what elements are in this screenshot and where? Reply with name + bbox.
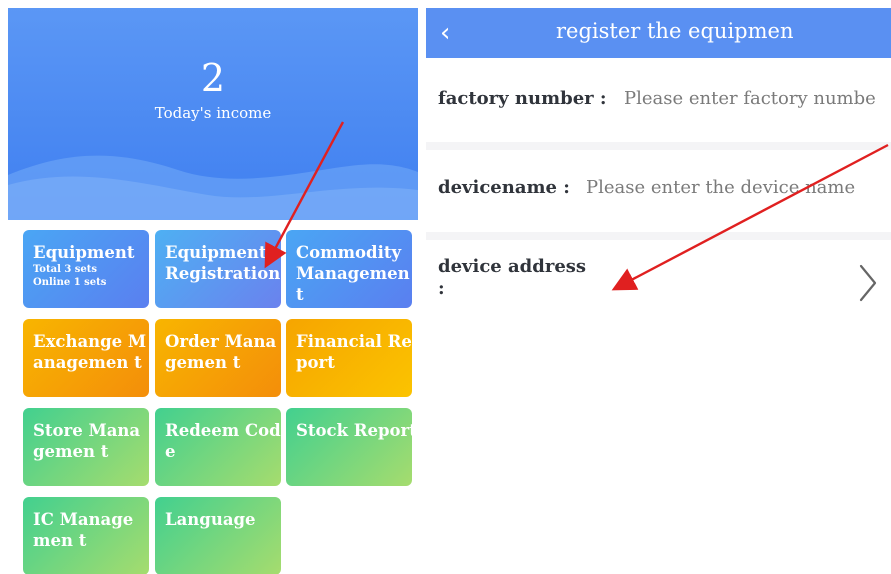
wave-decoration [8, 155, 418, 220]
register-equipment-screen: ‹ register the equipmen factory number :… [426, 8, 891, 574]
chevron-right-icon[interactable] [858, 263, 878, 303]
device-address-label: device address [438, 256, 587, 277]
divider [426, 232, 891, 240]
device-address-colon: : [438, 278, 445, 299]
income-value: 2 [200, 56, 226, 100]
tile-exchange-management-label: Exchange Managemen t [33, 332, 147, 372]
tile-equipment-label: Equipment [33, 243, 135, 262]
tile-language[interactable]: Language [155, 497, 281, 574]
income-header: 2 Today's income [8, 8, 418, 220]
tile-store-management[interactable]: Store Managemen t [23, 408, 149, 486]
title-bar: ‹ register the equipmen [426, 8, 891, 58]
tile-financial-report[interactable]: Financial Report [286, 319, 412, 397]
devicename-label: devicename : [438, 177, 570, 198]
factory-number-row: factory number : [426, 58, 891, 142]
tile-order-management[interactable]: Order Managemen t [155, 319, 281, 397]
tile-equipment-registration[interactable]: Equipment Registration [155, 230, 281, 308]
page-title: register the equipmen [556, 19, 794, 43]
tile-store-management-label: Store Managemen t [33, 421, 141, 461]
tile-redeem-code-label: Redeem Code [165, 421, 281, 461]
tile-redeem-code[interactable]: Redeem Code [155, 408, 281, 486]
tile-language-label: Language [165, 510, 256, 529]
devicename-input[interactable] [586, 174, 886, 200]
device-address-row[interactable]: device address : [426, 240, 891, 320]
tile-financial-report-label: Financial Report [296, 332, 412, 372]
divider [426, 142, 891, 150]
tile-ic-management-label: IC Managemen t [33, 510, 134, 550]
tile-order-management-label: Order Managemen t [165, 332, 277, 372]
factory-number-label: factory number : [438, 88, 607, 109]
tile-equipment-total: Total 3 sets [33, 264, 98, 275]
tile-equipment[interactable]: Equipment Total 3 sets Online 1 sets [23, 230, 149, 308]
tile-commodity-management[interactable]: Commodity Managemen t [286, 230, 412, 308]
tile-equipment-registration-label: Equipment Registration [165, 243, 281, 283]
tile-exchange-management[interactable]: Exchange Managemen t [23, 319, 149, 397]
dashboard-screen: 2 Today's income Equipment Total 3 sets … [8, 8, 418, 574]
factory-number-input[interactable] [624, 85, 891, 111]
tile-stock-report-label: Stock Report [296, 421, 412, 440]
devicename-row: devicename : [426, 150, 891, 232]
chevron-left-icon[interactable]: ‹ [440, 18, 450, 48]
tile-equipment-online: Online 1 sets [33, 277, 107, 288]
income-label: Today's income [154, 104, 272, 122]
tile-ic-management[interactable]: IC Managemen t [23, 497, 149, 574]
tile-stock-report[interactable]: Stock Report [286, 408, 412, 486]
tile-commodity-management-label: Commodity Managemen t [296, 243, 410, 304]
